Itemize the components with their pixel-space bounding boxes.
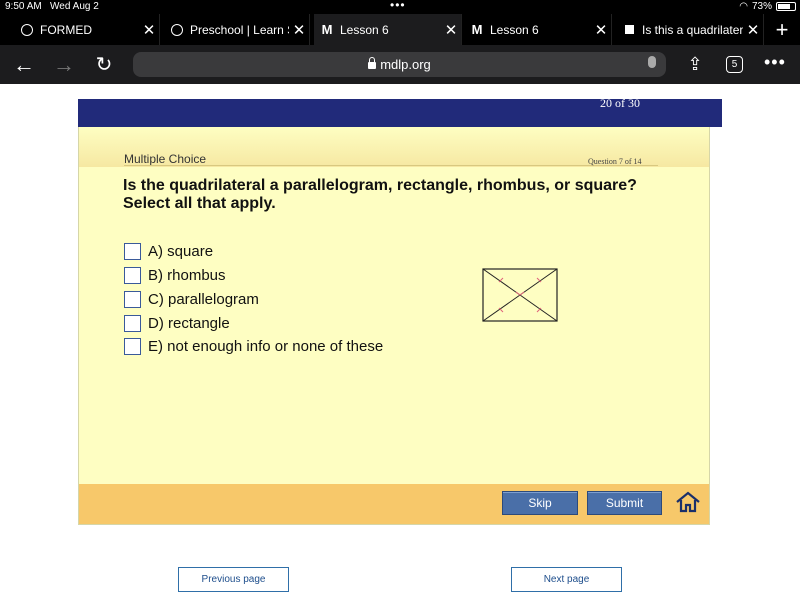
close-icon[interactable]: ✕ — [289, 21, 309, 39]
close-icon[interactable]: ✕ — [591, 21, 611, 39]
tab-preschool[interactable]: Preschool | Learn Sp ✕ — [164, 14, 310, 45]
option-a[interactable]: A) square — [124, 241, 213, 261]
new-tab-plus-icon[interactable]: + — [764, 14, 800, 45]
multitasking-dots[interactable]: ••• — [390, 0, 406, 12]
m-logo-icon: M — [321, 22, 333, 37]
option-label: A) square — [148, 242, 214, 260]
tab-count-button[interactable]: 5 — [726, 56, 743, 73]
wifi-icon: ◠ — [739, 1, 748, 12]
checkbox[interactable] — [124, 242, 141, 260]
globe-icon — [170, 23, 184, 37]
home-icon[interactable] — [675, 491, 701, 513]
close-icon[interactable]: ✕ — [441, 21, 461, 39]
reload-icon[interactable]: ↻ — [86, 45, 122, 84]
lock-icon — [368, 57, 377, 69]
battery-icon — [776, 2, 796, 11]
question-type-label: Multiple Choice — [124, 152, 207, 166]
status-time: 9:50 AM Wed Aug 2 — [5, 1, 99, 12]
option-d[interactable]: D) rectangle — [124, 313, 230, 333]
battery-percent: 73% — [751, 1, 772, 12]
question-text: Is the quadrilateral a parallelogram, re… — [123, 177, 663, 213]
back-arrow-icon[interactable]: ← — [6, 45, 42, 84]
tab-formed[interactable]: FORMED ✕ — [14, 14, 160, 45]
option-label: C) parallelogram — [148, 290, 259, 308]
battery-indicator: ◠ 73% — [739, 1, 796, 12]
tab-label: FORMED — [40, 22, 92, 37]
option-label: E) not enough info or none of these — [148, 337, 384, 355]
address-bar[interactable]: mdlp.org — [133, 52, 666, 77]
globe-icon — [20, 23, 34, 37]
checkbox[interactable] — [124, 266, 141, 284]
checkbox[interactable] — [124, 337, 141, 355]
option-c[interactable]: C) parallelogram — [124, 289, 259, 309]
right-angle-mark — [515, 291, 525, 296]
tab-label: Lesson 6 — [490, 22, 539, 37]
tab-label: Lesson 6 — [340, 22, 389, 37]
checkbox[interactable] — [124, 314, 141, 332]
tab-label: Is this a quadrilatera — [642, 22, 743, 37]
microphone-icon[interactable] — [648, 56, 656, 68]
tab-label: Preschool | Learn Sp — [190, 22, 289, 37]
submit-button[interactable]: Submit — [587, 491, 662, 515]
progress-count: 20 of 30 — [600, 96, 640, 110]
share-icon[interactable]: ⇪ — [677, 45, 713, 84]
tab-lesson-6[interactable]: M Lesson 6 ✕ — [464, 14, 612, 45]
url-text: mdlp.org — [380, 57, 431, 72]
skip-button[interactable]: Skip — [502, 491, 578, 515]
tab-lesson-6-active[interactable]: M Lesson 6 ✕ — [314, 14, 462, 45]
close-icon[interactable]: ✕ — [743, 21, 763, 39]
previous-page-button[interactable]: Previous page — [178, 567, 289, 592]
header-divider — [124, 165, 658, 166]
status-bar: 9:50 AM Wed Aug 2 ••• ◠ 73% — [0, 0, 800, 14]
option-b[interactable]: B) rhombus — [124, 265, 226, 285]
question-line-1: Is the quadrilateral a parallelogram, re… — [123, 177, 637, 194]
quadrilateral-figure — [482, 268, 558, 322]
brainly-icon — [622, 23, 636, 37]
option-label: D) rectangle — [148, 314, 230, 332]
option-e[interactable]: E) not enough info or none of these — [124, 336, 383, 356]
question-line-2: Select all that apply. — [123, 195, 276, 212]
question-number: Question 7 of 14 — [588, 157, 642, 166]
forward-arrow-icon[interactable]: → — [46, 45, 82, 84]
tab-quadrilateral[interactable]: Is this a quadrilatera ✕ — [616, 14, 764, 45]
next-page-button[interactable]: Next page — [511, 567, 622, 592]
close-icon[interactable]: ✕ — [139, 21, 159, 39]
more-menu-icon[interactable]: ••• — [764, 52, 786, 73]
option-label: B) rhombus — [148, 266, 226, 284]
checkbox[interactable] — [124, 290, 141, 308]
m-logo-icon: M — [471, 22, 483, 37]
